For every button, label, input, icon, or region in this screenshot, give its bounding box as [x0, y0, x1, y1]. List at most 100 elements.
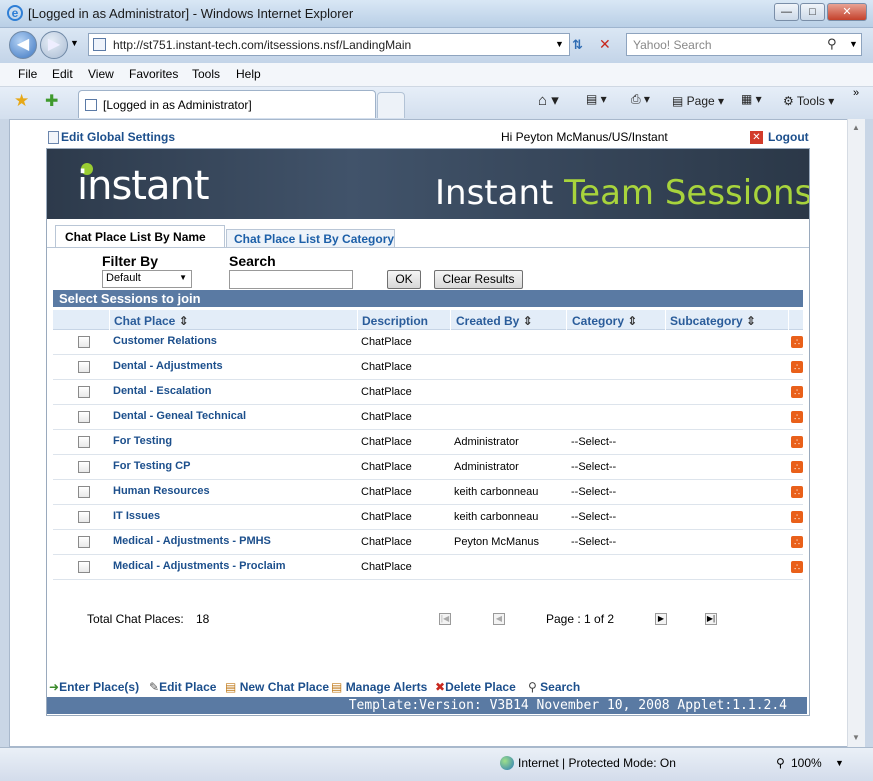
rss-feed-icon[interactable]: ∴: [791, 411, 803, 423]
home-icon[interactable]: ⌂ ▾: [538, 91, 559, 109]
rss-feed-icon[interactable]: ∴: [791, 536, 803, 548]
favorites-star-icon[interactable]: ★: [14, 91, 29, 111]
search-label: Search: [229, 253, 276, 269]
chat-place-link[interactable]: Dental - Escalation: [113, 385, 211, 397]
edit-place-action[interactable]: ✎Edit Place: [149, 680, 216, 694]
column-category[interactable]: Category ⇕: [572, 314, 637, 328]
row-checkbox[interactable]: [78, 461, 90, 473]
menu-help[interactable]: Help: [236, 67, 261, 81]
security-zone[interactable]: Internet | Protected Mode: On: [518, 756, 676, 770]
chat-place-link[interactable]: IT Issues: [113, 510, 160, 522]
row-category: --Select--: [571, 536, 617, 548]
column-separator: [357, 310, 358, 330]
forward-button[interactable]: ▶: [40, 31, 68, 59]
previous-page-icon[interactable]: ◀: [493, 613, 505, 625]
chat-place-link[interactable]: For Testing: [113, 435, 172, 447]
search-input[interactable]: [229, 270, 353, 289]
column-subcategory[interactable]: Subcategory ⇕: [670, 314, 756, 328]
print-icon[interactable]: ⎙ ▾: [631, 92, 650, 107]
row-description: ChatPlace: [361, 336, 412, 348]
row-checkbox[interactable]: [78, 411, 90, 423]
scroll-up-icon[interactable]: ▲: [852, 123, 860, 132]
chat-place-link[interactable]: Medical - Adjustments - Proclaim: [113, 560, 286, 572]
rss-feed-icon[interactable]: ∴: [791, 486, 803, 498]
menu-tools[interactable]: Tools: [192, 67, 220, 81]
row-checkbox[interactable]: [78, 486, 90, 498]
rss-feed-icon[interactable]: ∴: [791, 511, 803, 523]
clear-results-button[interactable]: Clear Results: [434, 270, 523, 289]
delete-place-action[interactable]: ✖Delete Place: [435, 680, 516, 694]
enter-places-action[interactable]: ➜Enter Place(s): [49, 680, 139, 694]
search-action[interactable]: ⚲ Search: [528, 680, 580, 694]
next-page-icon[interactable]: ▶: [655, 613, 667, 625]
row-checkbox[interactable]: [78, 511, 90, 523]
rss-feed-icon[interactable]: ∴: [791, 361, 803, 373]
address-bar[interactable]: http://st751.instant-tech.com/itsessions…: [88, 33, 570, 56]
new-tab-button[interactable]: [377, 92, 405, 118]
safety-icon[interactable]: ▦ ▾: [741, 92, 762, 106]
first-page-icon[interactable]: |◀: [439, 613, 451, 625]
search-options-icon[interactable]: ▼: [849, 39, 858, 49]
row-checkbox[interactable]: [78, 386, 90, 398]
add-favorites-icon[interactable]: ✚: [45, 91, 58, 111]
new-chat-place-action[interactable]: ▤ New Chat Place: [225, 680, 329, 694]
page-menu[interactable]: ▤ Page ▾: [672, 94, 724, 108]
history-dropdown-icon[interactable]: ▼: [70, 38, 79, 48]
menu-favorites[interactable]: Favorites: [129, 67, 178, 81]
edit-global-settings-link[interactable]: Edit Global Settings: [61, 130, 175, 144]
row-checkbox[interactable]: [78, 336, 90, 348]
last-page-icon[interactable]: ▶|: [705, 613, 717, 625]
chat-place-link[interactable]: For Testing CP: [113, 460, 190, 472]
scroll-down-icon[interactable]: ▼: [852, 733, 860, 742]
search-action-label: Search: [540, 680, 581, 694]
column-created-by[interactable]: Created By ⇕: [456, 314, 533, 328]
feeds-icon[interactable]: ▤ ▾: [586, 92, 607, 106]
zoom-dropdown-icon[interactable]: ▼: [835, 758, 844, 768]
minimize-button[interactable]: —: [774, 3, 799, 21]
rss-feed-icon[interactable]: ∴: [791, 461, 803, 473]
back-button[interactable]: ◀: [9, 31, 37, 59]
chat-place-link[interactable]: Human Resources: [113, 485, 210, 497]
tab-list-by-category[interactable]: Chat Place List By Category: [226, 229, 395, 248]
product-name-a: Instant: [435, 173, 565, 213]
row-checkbox[interactable]: [78, 536, 90, 548]
row-checkbox[interactable]: [78, 361, 90, 373]
chat-place-link[interactable]: Dental - Geneal Technical: [113, 410, 246, 422]
rss-feed-icon[interactable]: ∴: [791, 561, 803, 573]
tab-list-by-name[interactable]: Chat Place List By Name: [55, 225, 225, 248]
vertical-scrollbar[interactable]: ▲ ▼: [847, 119, 865, 747]
tools-menu[interactable]: ⚙ Tools ▾: [783, 94, 834, 108]
search-box[interactable]: Yahoo! Search ⚲ ▼: [626, 33, 862, 56]
chevron-more-icon[interactable]: »: [853, 87, 859, 99]
ok-button[interactable]: OK: [387, 270, 421, 289]
menu-file[interactable]: File: [18, 67, 37, 81]
tab-divider: [47, 247, 809, 248]
chat-place-link[interactable]: Dental - Adjustments: [113, 360, 223, 372]
row-checkbox[interactable]: [78, 561, 90, 573]
search-icon[interactable]: ⚲: [827, 36, 837, 52]
stop-icon[interactable]: ✕: [599, 36, 611, 53]
close-window-button[interactable]: ✕: [827, 3, 867, 21]
user-greeting: Hi Peyton McManus/US/Instant: [501, 130, 668, 144]
filter-select[interactable]: Default ▼: [102, 270, 192, 288]
rss-feed-icon[interactable]: ∴: [791, 336, 803, 348]
chat-place-link[interactable]: Customer Relations: [113, 335, 217, 347]
browser-tab[interactable]: [Logged in as Administrator]: [78, 90, 376, 118]
zoom-level[interactable]: 100%: [791, 756, 822, 770]
address-dropdown-icon[interactable]: ▼: [555, 39, 564, 49]
rss-feed-icon[interactable]: ∴: [791, 436, 803, 448]
row-checkbox[interactable]: [78, 436, 90, 448]
status-bar: Internet | Protected Mode: On ⚲ 100% ▼: [0, 747, 873, 781]
menu-edit[interactable]: Edit: [52, 67, 73, 81]
column-chat-place[interactable]: Chat Place ⇕: [114, 314, 189, 328]
row-description: ChatPlace: [361, 411, 412, 423]
rss-feed-icon[interactable]: ∴: [791, 386, 803, 398]
chat-place-link[interactable]: Medical - Adjustments - PMHS: [113, 535, 271, 547]
enter-places-label: Enter Place(s): [59, 680, 140, 694]
logout-link[interactable]: Logout: [768, 130, 809, 144]
refresh-icon[interactable]: ⇅: [572, 37, 583, 53]
manage-alerts-action[interactable]: ▤ Manage Alerts: [331, 680, 427, 694]
product-name-b: Team Sessions: [564, 173, 809, 213]
maximize-button[interactable]: □: [800, 3, 825, 21]
menu-view[interactable]: View: [88, 67, 114, 81]
